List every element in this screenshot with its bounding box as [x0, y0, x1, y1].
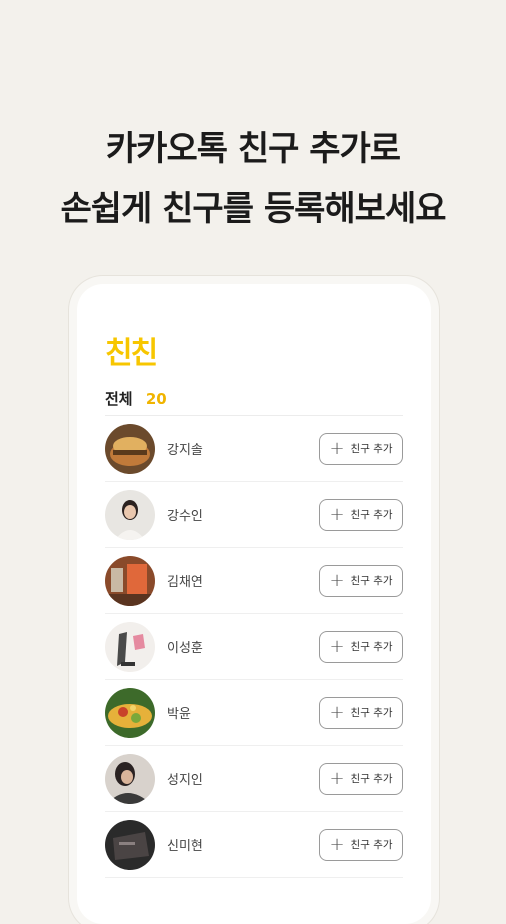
plus-icon: +: [329, 635, 345, 657]
friend-list: 강지솔 + 친구 추가 강수인 + 친구 추가 김채연 + 친구 추가 이성훈 …: [105, 416, 403, 878]
friend-row: 강지솔 + 친구 추가: [105, 416, 403, 482]
add-friend-label: 친구 추가: [350, 509, 393, 521]
plus-icon: +: [329, 833, 345, 855]
headline-line-1: 카카오톡 친구 추가로: [105, 129, 401, 169]
add-friend-label: 친구 추가: [350, 443, 393, 455]
friend-name: 강수인: [167, 509, 203, 524]
friend-row: 이성훈 + 친구 추가: [105, 614, 403, 680]
avatar: [105, 423, 155, 474]
total-count: 20: [145, 390, 167, 408]
add-friend-button[interactable]: + 친구 추가: [319, 696, 403, 729]
friend-row: 강수인 + 친구 추가: [105, 482, 403, 548]
add-friend-button[interactable]: + 친구 추가: [319, 630, 403, 663]
friend-name: 강지솔: [167, 443, 203, 458]
add-friend-button[interactable]: + 친구 추가: [319, 498, 403, 531]
friend-name: 박윤: [167, 707, 191, 722]
phone-mockup: 친친 전체 20 강지솔 + 친구 추가 강수인 + 친구 추가 김채연 + 친…: [77, 284, 431, 924]
friend-row: 박윤 + 친구 추가: [105, 680, 403, 746]
plus-icon: +: [329, 767, 345, 789]
add-friend-label: 친구 추가: [350, 773, 393, 785]
friend-row: 김채연 + 친구 추가: [105, 548, 403, 614]
headline-line-2: 손쉽게 친구를 등록해보세요: [60, 189, 446, 229]
friend-name: 신미현: [167, 839, 203, 854]
friend-row: 신미현 + 친구 추가: [105, 812, 403, 878]
avatar: [105, 621, 155, 672]
add-friend-label: 친구 추가: [350, 839, 393, 851]
avatar: [105, 819, 155, 870]
plus-icon: +: [329, 701, 345, 723]
avatar: [105, 489, 155, 540]
friend-count-header: 전체 20: [105, 388, 167, 409]
add-friend-label: 친구 추가: [350, 707, 393, 719]
total-label: 전체: [105, 390, 133, 408]
plus-icon: +: [329, 503, 345, 525]
app-logo: 친친: [105, 336, 158, 371]
add-friend-button[interactable]: + 친구 추가: [319, 432, 403, 465]
avatar: [105, 687, 155, 738]
add-friend-button[interactable]: + 친구 추가: [319, 762, 403, 795]
add-friend-button[interactable]: + 친구 추가: [319, 828, 403, 861]
avatar: [105, 555, 155, 606]
friend-name: 이성훈: [167, 641, 203, 656]
plus-icon: +: [329, 437, 345, 459]
headline: 카카오톡 친구 추가로 손쉽게 친구를 등록해보세요: [0, 122, 506, 242]
avatar: [105, 753, 155, 804]
friend-name: 성지인: [167, 773, 203, 788]
plus-icon: +: [329, 569, 345, 591]
friend-row: 성지인 + 친구 추가: [105, 746, 403, 812]
friend-name: 김채연: [167, 575, 203, 590]
add-friend-label: 친구 추가: [350, 641, 393, 653]
add-friend-button[interactable]: + 친구 추가: [319, 564, 403, 597]
add-friend-label: 친구 추가: [350, 575, 393, 587]
